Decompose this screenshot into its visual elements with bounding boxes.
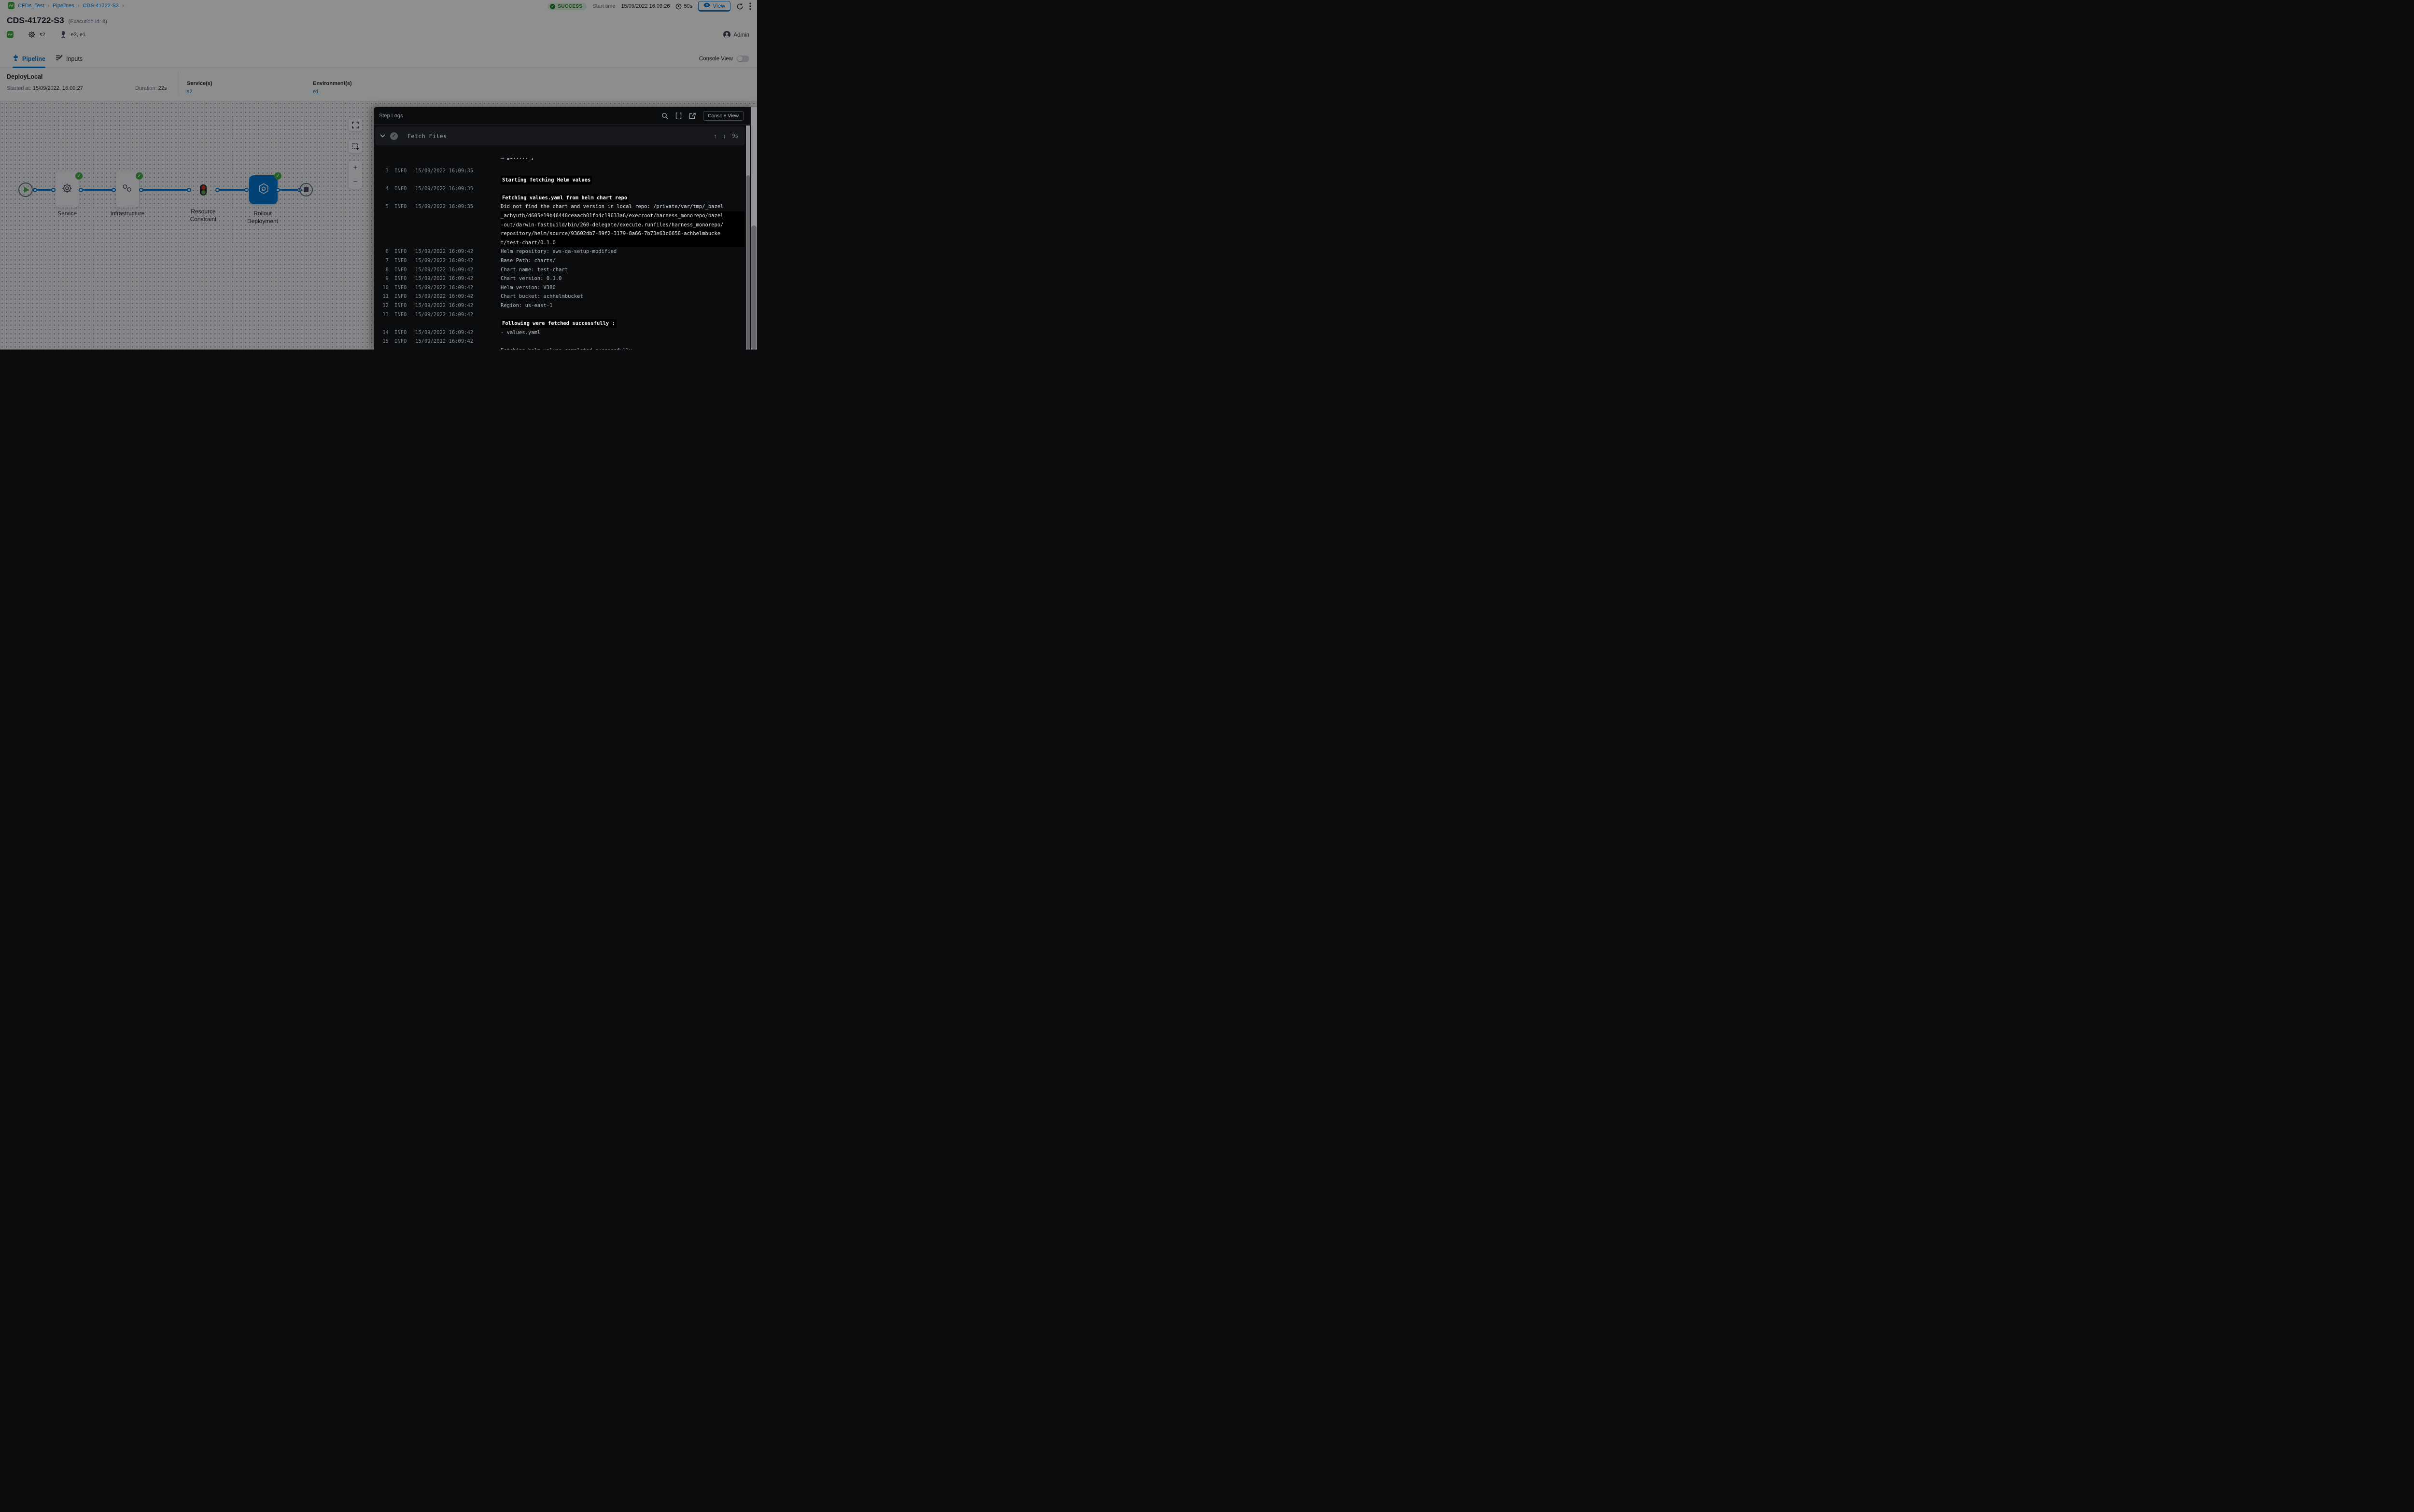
log-entry: 15 INFO 15/09/2022 16:09:42 Fetching hel… <box>374 337 744 350</box>
log-line-number: 4 <box>374 184 389 194</box>
log-line-number: 12 <box>374 301 389 310</box>
log-scrollbar-thumb[interactable] <box>746 175 750 350</box>
log-line-number: 9 <box>374 274 389 283</box>
log-timestamp: 15/09/2022 16:09:42 <box>415 274 478 283</box>
log-timestamp: 15/09/2022 16:09:42 <box>415 301 478 310</box>
page: CFDs_Test › Pipelines › CDS-41722-S3 › ✓… <box>0 0 757 350</box>
log-message: - values.yaml <box>501 328 744 337</box>
step-duration: 9s <box>732 133 738 139</box>
log-timestamp: 15/09/2022 16:09:42 <box>415 328 478 337</box>
log-level: INFO <box>394 292 410 301</box>
log-message: Base Path: charts/ <box>501 256 744 266</box>
log-timestamp: 15/09/2022 16:09:35 <box>415 202 478 211</box>
step-logs-drawer: Step Logs Console View m go..... } 3 INF… <box>374 107 757 350</box>
log-line-number: 11 <box>374 292 389 301</box>
scroll-to-top-icon[interactable]: ↑ <box>714 133 716 140</box>
log-line-number: 13 <box>374 310 389 320</box>
log-entry: 13 INFO 15/09/2022 16:09:42 Following we… <box>374 310 744 328</box>
log-message: Fetching values.yaml from helm chart rep… <box>501 184 744 202</box>
log-line-number: 8 <box>374 266 389 275</box>
log-line-number: 10 <box>374 283 389 293</box>
log-line-number: 6 <box>374 247 389 256</box>
log-level: INFO <box>394 202 410 211</box>
step-logs-title: Step Logs <box>379 113 403 119</box>
step-success-icon: ✓ <box>390 132 398 140</box>
log-entry: 9 INFO 15/09/2022 16:09:42 Chart version… <box>374 274 744 283</box>
log-entry: 6 INFO 15/09/2022 16:09:42 Helm reposito… <box>374 247 744 256</box>
log-level: INFO <box>394 328 410 337</box>
log-entry: 14 INFO 15/09/2022 16:09:42 - values.yam… <box>374 328 744 337</box>
step-logs-header: Step Logs Console View <box>374 107 757 125</box>
log-message: Fetching helm values completed successfu… <box>501 337 744 350</box>
log-line-number: 15 <box>374 337 389 346</box>
log-timestamp: 15/09/2022 16:09:35 <box>415 184 478 194</box>
log-entry: 12 INFO 15/09/2022 16:09:42 Region: us-e… <box>374 301 744 310</box>
page-scrollbar-thumb[interactable] <box>751 225 757 350</box>
scroll-to-bottom-icon[interactable]: ↓ <box>723 133 726 140</box>
log-timestamp: 15/09/2022 16:09:42 <box>415 266 478 275</box>
log-level: INFO <box>394 310 410 320</box>
log-scrollbar[interactable] <box>746 126 750 350</box>
log-entry: 5 INFO 15/09/2022 16:09:35 Did not find … <box>374 202 744 247</box>
log-list: 3 INFO 15/09/2022 16:09:35 Starting fetc… <box>374 167 744 350</box>
log-level: INFO <box>394 256 410 266</box>
step-section-header[interactable]: ✓ Fetch Files ↑ ↓ 9s <box>375 126 745 145</box>
log-line-number: 14 <box>374 328 389 337</box>
log-timestamp: 15/09/2022 16:09:42 <box>415 283 478 293</box>
log-entry: 8 INFO 15/09/2022 16:09:42 Chart name: t… <box>374 266 744 275</box>
log-level: INFO <box>394 184 410 194</box>
log-timestamp: 15/09/2022 16:09:42 <box>415 292 478 301</box>
log-timestamp: 15/09/2022 16:09:42 <box>415 247 478 256</box>
log-entry: 3 INFO 15/09/2022 16:09:35 Starting fetc… <box>374 167 744 184</box>
log-message: Did not find the chart and version in lo… <box>501 202 744 247</box>
log-timestamp: 15/09/2022 16:09:35 <box>415 167 478 176</box>
log-message: Chart bucket: achhelmbucket <box>501 292 744 301</box>
open-in-new-icon[interactable] <box>689 112 696 119</box>
log-level: INFO <box>394 247 410 256</box>
log-entry: 11 INFO 15/09/2022 16:09:42 Chart bucket… <box>374 292 744 301</box>
log-line-number: 7 <box>374 256 389 266</box>
log-entry: 10 INFO 15/09/2022 16:09:42 Helm version… <box>374 283 744 293</box>
log-entry: 7 INFO 15/09/2022 16:09:42 Base Path: ch… <box>374 256 744 266</box>
log-level: INFO <box>394 301 410 310</box>
step-section-name: Fetch Files <box>407 133 447 140</box>
log-message: Region: us-east-1 <box>501 301 744 310</box>
clipped-log-line: m go..... } <box>501 158 534 163</box>
log-timestamp: 15/09/2022 16:09:42 <box>415 337 478 346</box>
log-message: Starting fetching Helm values <box>501 167 744 184</box>
log-line-number: 3 <box>374 167 389 176</box>
log-level: INFO <box>394 283 410 293</box>
log-line-number: 5 <box>374 202 389 211</box>
log-level: INFO <box>394 167 410 176</box>
console-view-button[interactable]: Console View <box>703 111 744 121</box>
chevron-down-icon[interactable] <box>380 134 385 138</box>
log-level: INFO <box>394 274 410 283</box>
log-message: Chart version: 0.1.0 <box>501 274 744 283</box>
log-message: Helm version: V380 <box>501 283 744 293</box>
search-icon[interactable] <box>661 112 668 119</box>
log-message: Helm repository: aws-qa-setup-modified <box>501 247 744 256</box>
log-level: INFO <box>394 337 410 346</box>
expand-icon[interactable] <box>675 112 682 119</box>
log-message: Following were fetched successfully : <box>501 310 744 328</box>
page-scrollbar[interactable] <box>751 107 757 350</box>
log-entry: 4 INFO 15/09/2022 16:09:35 Fetching valu… <box>374 184 744 202</box>
log-timestamp: 15/09/2022 16:09:42 <box>415 310 478 320</box>
log-level: INFO <box>394 266 410 275</box>
log-message: Chart name: test-chart <box>501 266 744 275</box>
log-timestamp: 15/09/2022 16:09:42 <box>415 256 478 266</box>
log-scroll-area[interactable]: m go..... } 3 INFO 15/09/2022 16:09:35 S… <box>374 125 744 350</box>
